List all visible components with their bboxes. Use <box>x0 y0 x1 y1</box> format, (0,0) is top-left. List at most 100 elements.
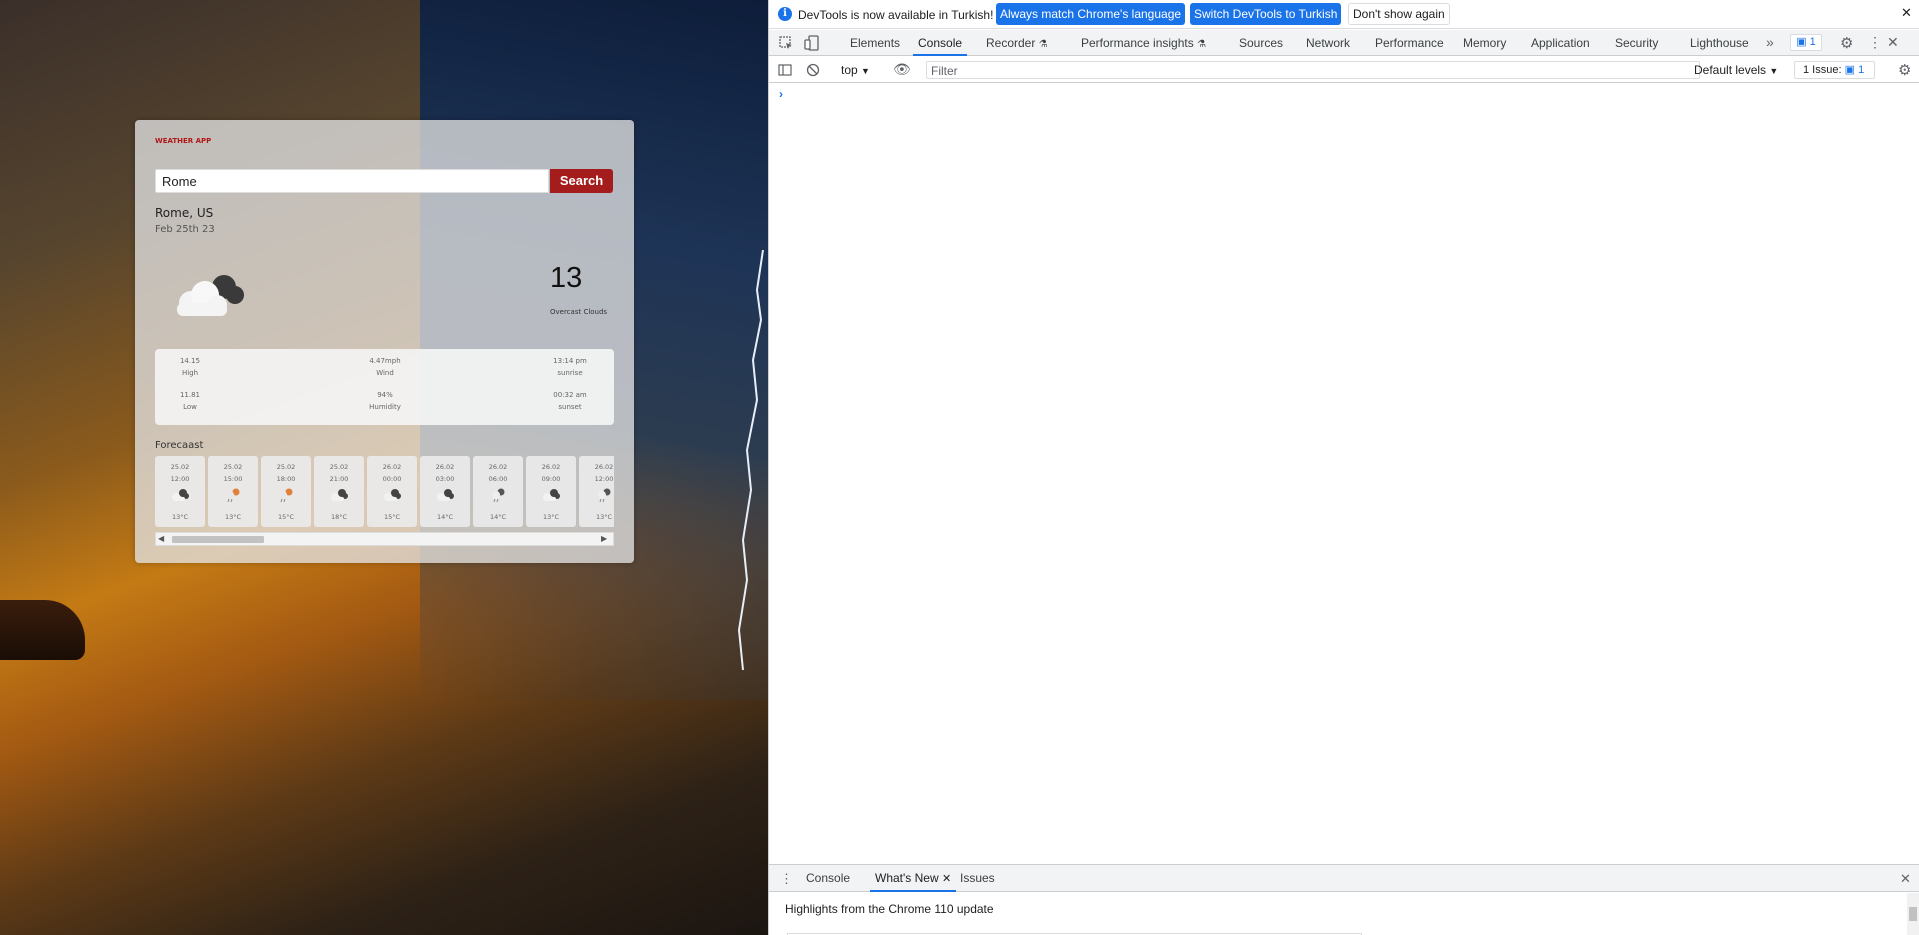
forecast-card: 25.02 21:00 18°C <box>314 456 364 527</box>
context-value: top <box>841 63 858 77</box>
forecast-time: 09:00 <box>541 475 561 483</box>
drawer-scrollbar[interactable] <box>1907 893 1919 935</box>
drawer-tab-issues[interactable]: Issues <box>960 865 995 892</box>
sidebar-toggle-icon[interactable] <box>778 63 792 77</box>
forecast-card: 26.02 09:00 13°C <box>526 456 576 527</box>
clear-console-icon[interactable] <box>806 63 820 77</box>
scroll-left-arrow-icon[interactable]: ◀ <box>158 534 164 543</box>
sunset-value: 00:32 am <box>553 391 587 399</box>
eye-icon[interactable]: 👁 <box>893 61 911 78</box>
forecast-scrollbar[interactable]: ◀ ▶ <box>155 532 614 546</box>
rock-island <box>0 600 85 660</box>
tab-memory[interactable]: Memory <box>1463 30 1506 56</box>
cloud-rain-icon <box>594 487 614 503</box>
tab-recorder[interactable]: Recorder ⚗ <box>986 30 1048 56</box>
tab-sources[interactable]: Sources <box>1239 30 1283 56</box>
whats-new-headline: Highlights from the Chrome 110 update <box>785 902 994 916</box>
weather-details-panel: 14.15 High 4.47mph Wind 13:14 pm sunrise… <box>155 349 614 425</box>
tab-application[interactable]: Application <box>1531 30 1590 56</box>
log-levels-dropdown[interactable]: Default levels ▼ <box>1694 63 1778 77</box>
search-button[interactable]: Search <box>550 169 613 193</box>
forecast-time: 00:00 <box>382 475 402 483</box>
app-title: WEATHER APP <box>155 137 212 145</box>
drawer-tab-console[interactable]: Console <box>806 865 850 892</box>
close-devtools-icon[interactable]: ✕ <box>1887 34 1899 51</box>
devtools-drawer: ⋮ Console What's New ✕ Issues ✕ Highligh… <box>769 864 1919 935</box>
sunrise-cell: 13:14 pm sunrise <box>535 355 605 379</box>
forecast-temp: 14°C <box>436 513 454 521</box>
humidity-value: 94% <box>377 391 393 399</box>
console-filter-input[interactable]: Filter <box>926 61 1700 79</box>
dont-show-again-button[interactable]: Don't show again <box>1348 3 1450 25</box>
tab-performance[interactable]: Performance <box>1375 30 1444 56</box>
forecast-time: 21:00 <box>329 475 349 483</box>
forecast-datetime: 26.02 12:00 <box>579 461 614 485</box>
console-settings-gear-icon[interactable]: ⚙ <box>1898 61 1911 79</box>
dropdown-arrow-icon: ▼ <box>1769 66 1779 76</box>
forecast-datetime: 25.02 18:00 <box>261 461 311 485</box>
tab-recorder-label: Recorder <box>986 36 1036 50</box>
search-input[interactable]: Rome <box>155 169 549 193</box>
always-match-language-button[interactable]: Always match Chrome's language <box>996 3 1186 25</box>
overcast-clouds-icon <box>382 487 402 503</box>
forecast-datetime: 25.02 12:00 <box>155 461 205 485</box>
devtools-panel: i DevTools is now available in Turkish! … <box>768 0 1919 935</box>
forecast-card: 26.02 03:00 14°C <box>420 456 470 527</box>
forecast-temp: 14°C <box>489 513 507 521</box>
scroll-right-arrow-icon[interactable]: ▶ <box>601 534 607 543</box>
device-toolbar-icon[interactable] <box>804 35 820 51</box>
info-icon: i <box>778 7 792 21</box>
issue-counter-label: 1 Issue: <box>1803 64 1842 76</box>
drawer-menu-icon[interactable]: ⋮ <box>780 871 793 887</box>
high-temp-cell: 14.15 High <box>155 355 225 379</box>
sun-rain-icon <box>276 487 296 503</box>
dropdown-arrow-icon: ▼ <box>861 66 870 76</box>
sunrise-label: sunrise <box>557 369 583 377</box>
drawer-tab-whats-new-label: What's New <box>875 871 939 885</box>
forecast-datetime: 25.02 15:00 <box>208 461 258 485</box>
forecast-datetime: 26.02 03:00 <box>420 461 470 485</box>
log-levels-label: Default levels <box>1694 63 1767 77</box>
context-selector[interactable]: top ▼ <box>841 63 870 77</box>
overcast-clouds-icon <box>170 487 190 503</box>
issues-badge[interactable]: ▣ 1 <box>1790 34 1822 51</box>
scrollbar-thumb[interactable] <box>1909 907 1917 921</box>
tab-performance-insights[interactable]: Performance insights ⚗ <box>1081 30 1206 56</box>
drawer-tab-whats-new[interactable]: What's New ✕ <box>870 865 957 892</box>
humidity-cell: 94% Humidity <box>350 389 420 413</box>
sun-rain-icon <box>223 487 243 503</box>
inspect-element-icon[interactable] <box>778 35 794 51</box>
low-value: 11.81 <box>179 391 201 399</box>
forecast-date: 26.02 <box>594 463 614 471</box>
infobar-message: DevTools is now available in Turkish! <box>798 8 994 22</box>
forecast-time: 03:00 <box>435 475 455 483</box>
tab-console[interactable]: Console <box>913 30 968 56</box>
issue-counter-button[interactable]: 1 Issue: ▣ 1 <box>1794 61 1875 79</box>
experiment-flask-icon: ⚗ <box>1197 39 1207 50</box>
wind-label: Wind <box>376 369 394 377</box>
forecast-date: 25.02 <box>329 463 349 471</box>
forecast-time: 18:00 <box>276 475 296 483</box>
console-prompt-chevron-icon[interactable]: › <box>779 87 783 101</box>
issue-counter-number: 1 <box>1858 64 1865 76</box>
city-name: Rome, US <box>155 206 214 220</box>
forecast-strip[interactable]: 25.02 12:00 13°C 25.02 15:00 13°C 25.02 18:00 15… <box>155 456 614 528</box>
forecast-temp: 13°C <box>595 513 613 521</box>
close-icon[interactable]: ✕ <box>1901 5 1912 21</box>
close-tab-icon[interactable]: ✕ <box>942 873 951 885</box>
forecast-time: 15:00 <box>223 475 243 483</box>
more-tabs-chevron-icon[interactable]: » <box>1766 34 1774 50</box>
forecast-card: 25.02 15:00 13°C <box>208 456 258 527</box>
close-drawer-icon[interactable]: ✕ <box>1900 871 1911 887</box>
tab-network[interactable]: Network <box>1306 30 1350 56</box>
weather-card: WEATHER APP Rome Search Rome, US Feb 25t… <box>135 120 634 563</box>
forecast-temp: 13°C <box>171 513 189 521</box>
gear-icon[interactable]: ⚙ <box>1840 34 1853 52</box>
kebab-menu-icon[interactable]: ⋮ <box>1868 34 1882 51</box>
tab-lighthouse[interactable]: Lighthouse <box>1690 30 1749 56</box>
switch-to-turkish-button[interactable]: Switch DevTools to Turkish <box>1190 3 1342 25</box>
forecast-temp: 13°C <box>224 513 242 521</box>
tab-elements[interactable]: Elements <box>850 30 900 56</box>
tab-security[interactable]: Security <box>1615 30 1658 56</box>
scrollbar-thumb[interactable] <box>172 536 264 543</box>
